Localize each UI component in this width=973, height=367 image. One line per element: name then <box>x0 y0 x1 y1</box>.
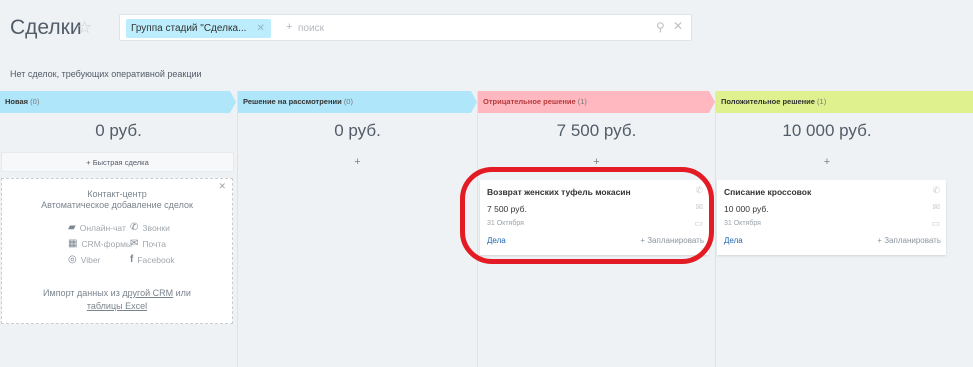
import-crm-link[interactable]: другой CRM <box>122 288 173 298</box>
deal-title[interactable]: Списание кроссовок <box>724 187 811 197</box>
deal-title[interactable]: Возврат женских туфель мокасин <box>487 187 631 197</box>
add-deal-button[interactable]: + <box>238 152 477 172</box>
chat-icon: ▰ <box>68 222 76 233</box>
stage-sum: 0 руб. <box>95 121 142 140</box>
stage-count: (1) <box>817 97 827 106</box>
stage-header-negative[interactable]: Отрицательное решение (1) <box>478 91 709 113</box>
stage-header-positive[interactable]: Положительное решение (1) <box>716 91 973 113</box>
search-icon[interactable]: ⚲ <box>656 20 665 34</box>
calls-item[interactable]: ✆ Звонки <box>130 222 170 233</box>
stage-arrow <box>709 91 715 113</box>
star-icon[interactable]: ☆ <box>77 18 92 38</box>
filter-tag-label: Группа стадий "Сделка... <box>131 23 247 34</box>
deal-sum: 10 000 руб. <box>724 204 769 214</box>
deal-card[interactable]: Списание кроссовок 10 000 руб. 31 Октябр… <box>717 180 946 255</box>
viber-icon: ◎ <box>68 254 77 265</box>
facebook-icon: f <box>130 254 134 265</box>
page-header: Сделки ☆ Группа стадий "Сделка... ✕ + ⚲ … <box>0 0 973 55</box>
plan-button[interactable]: + Запланировать <box>640 236 704 245</box>
stage-column-review: Решение на рассмотрении (0) 0 руб. + <box>238 91 477 367</box>
phone-icon[interactable]: ✆ <box>695 185 703 196</box>
stage-sum: 0 руб. <box>334 121 381 140</box>
stage-count: (0) <box>343 97 353 106</box>
stage-arrow <box>230 91 236 113</box>
mail-item[interactable]: ✉ Почта <box>130 238 166 249</box>
filter-tag[interactable]: Группа стадий "Сделка... ✕ <box>126 19 271 38</box>
phone-icon: ✆ <box>130 222 139 233</box>
plan-button[interactable]: + Запланировать <box>877 236 941 245</box>
stage-header-new[interactable]: Новая (0) <box>0 91 230 113</box>
mail-icon[interactable]: ✉ <box>932 202 940 213</box>
deal-sum: 7 500 руб. <box>487 204 527 214</box>
search-filter-box[interactable]: Группа стадий "Сделка... ✕ + ⚲ ✕ <box>119 14 692 41</box>
import-text: Импорт данных из другой CRM или таблицы … <box>43 288 191 311</box>
deal-card[interactable]: Возврат женских туфель мокасин 7 500 руб… <box>480 180 709 255</box>
phone-icon[interactable]: ✆ <box>932 185 940 196</box>
stage-count: (1) <box>577 97 587 106</box>
stage-sum: 7 500 руб. <box>556 121 637 140</box>
search-input[interactable] <box>298 19 628 38</box>
stage-name: Решение на рассмотрении <box>243 97 342 106</box>
stage-count: (0) <box>30 97 40 106</box>
stage-name: Отрицательное решение <box>483 97 576 106</box>
import-excel-link[interactable]: таблицы Excel <box>87 301 147 311</box>
close-icon[interactable]: ✕ <box>256 19 264 38</box>
form-icon: ▦ <box>68 238 78 249</box>
viber-item[interactable]: ◎ Viber <box>68 254 100 265</box>
deal-date: 31 Октября <box>724 220 761 227</box>
comment-icon[interactable]: ▭ <box>694 218 703 229</box>
deal-date: 31 Октября <box>487 220 524 227</box>
quick-deal-button[interactable]: + Быстрая сделка <box>1 152 234 172</box>
widget-subtitle: Автоматическое добавление сделок <box>41 200 193 210</box>
deal-activities-link[interactable]: Дела <box>724 236 743 245</box>
widget-title: Контакт-центр <box>87 189 147 199</box>
mail-icon: ✉ <box>130 238 139 249</box>
deal-activities-link[interactable]: Дела <box>487 236 506 245</box>
comment-icon[interactable]: ▭ <box>931 218 940 229</box>
crm-forms-item[interactable]: ▦ CRM-формы <box>68 238 132 249</box>
clear-icon[interactable]: ✕ <box>673 19 683 33</box>
stage-sum: 10 000 руб. <box>782 121 872 140</box>
stage-column-new: Новая (0) 0 руб. + Быстрая сделка ✕ Конт… <box>0 91 237 367</box>
stage-header-review[interactable]: Решение на рассмотрении (0) <box>238 91 471 113</box>
notice-text: Нет сделок, требующих оперативной реакци… <box>10 69 202 79</box>
add-deal-button[interactable]: + <box>478 152 715 172</box>
mail-icon[interactable]: ✉ <box>695 202 703 213</box>
stage-name: Новая <box>5 97 29 106</box>
facebook-item[interactable]: f Facebook <box>130 254 175 265</box>
stage-arrow <box>471 91 477 113</box>
page-title: Сделки <box>10 16 82 39</box>
contact-center-widget: ✕ Контакт-центр Автоматическое добавлени… <box>1 178 233 324</box>
stage-name: Положительное решение <box>721 97 815 106</box>
filter-plus: + <box>286 21 293 33</box>
online-chat-item[interactable]: ▰ Онлайн-чат <box>68 222 126 233</box>
add-deal-button[interactable]: + <box>716 152 938 172</box>
